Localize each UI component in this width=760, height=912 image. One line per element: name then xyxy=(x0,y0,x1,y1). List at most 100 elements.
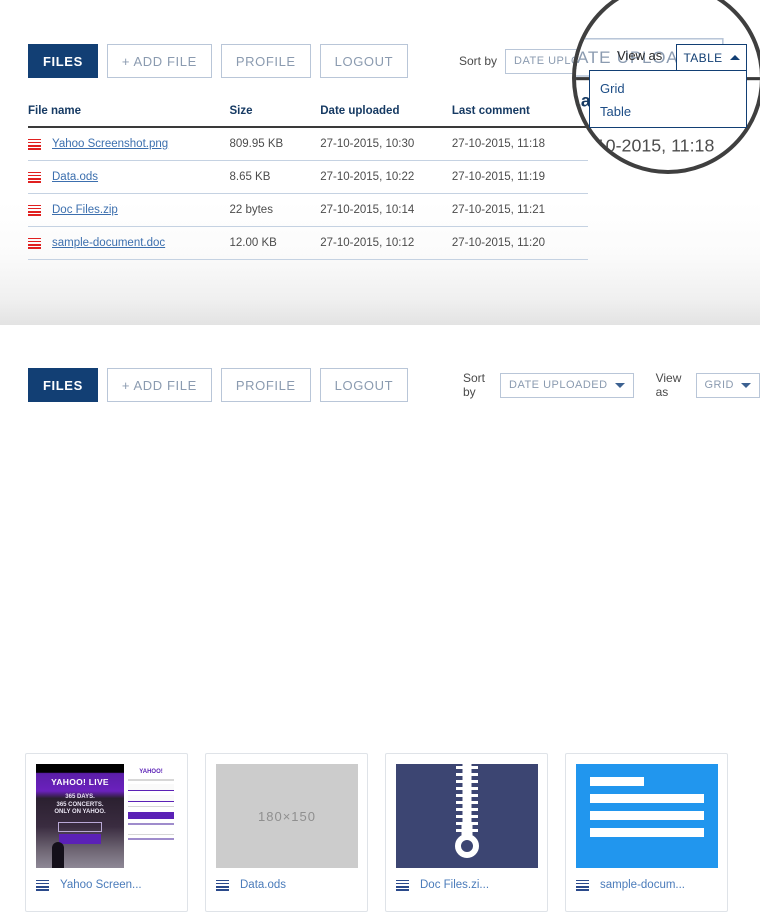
menu-item-table[interactable]: Table xyxy=(600,100,746,123)
table-row[interactable]: sample-document.doc 12.00 KB 27-10-2015,… xyxy=(28,227,588,260)
cell-date-uploaded: 27-10-2015, 10:12 xyxy=(320,237,452,249)
view-as-dropdown-menu[interactable]: Grid Table xyxy=(589,70,747,128)
nav-button-add-file[interactable]: + ADD FILE xyxy=(107,44,212,78)
file-list-icon xyxy=(28,172,41,183)
sort-by-value: DATE UPLOADED xyxy=(509,379,608,391)
yahoo-email-field xyxy=(128,784,174,791)
main-nav-top: FILES + ADD FILE PROFILE LOGOUT xyxy=(28,44,417,78)
sort-by-label: Sort by xyxy=(463,371,492,399)
view-as-label: View as xyxy=(617,48,662,63)
file-name-link[interactable]: sample-document.doc xyxy=(52,237,165,249)
yahoo-silhouette xyxy=(52,842,64,868)
cell-file-name: Yahoo Screenshot.png xyxy=(28,138,229,150)
yahoo-panel-brand: YAHOO! xyxy=(128,769,174,775)
sort-by-select[interactable]: DATE UPLOADED xyxy=(500,373,634,398)
table-header-row: File name Size Date uploaded Last commen… xyxy=(28,105,588,128)
yahoo-hero-image: YAHOO! LIVE 365 DAYS.365 CONCERTS.ONLY O… xyxy=(36,764,124,868)
yahoo-signin-button xyxy=(128,812,174,819)
card-label: Data.ods xyxy=(216,879,357,891)
nav-button-logout[interactable]: LOGOUT xyxy=(320,44,409,78)
yahoo-password-field xyxy=(128,795,174,802)
file-list-icon xyxy=(28,205,41,216)
cell-last-comment: 27-10-2015, 11:20 xyxy=(452,237,588,249)
cell-file-name: Data.ods xyxy=(28,171,229,183)
yahoo-watch-now-button xyxy=(59,834,101,844)
file-list-icon xyxy=(28,139,41,150)
file-name-link[interactable]: Data.ods xyxy=(52,171,98,183)
yahoo-brand-text: YAHOO! LIVE xyxy=(36,777,124,787)
files-grid: YAHOO! LIVE 365 DAYS.365 CONCERTS.ONLY O… xyxy=(25,753,728,912)
yahoo-screenshot-thumbnail[interactable]: YAHOO! LIVE 365 DAYS.365 CONCERTS.ONLY O… xyxy=(36,764,178,868)
chevron-down-icon xyxy=(615,383,625,388)
column-header-size[interactable]: Size xyxy=(229,105,320,117)
cell-last-comment: 27-10-2015, 11:19 xyxy=(452,171,588,183)
view-as-value: TABLE xyxy=(683,51,722,65)
card-file-name[interactable]: Yahoo Screen... xyxy=(60,879,142,891)
view-as-select[interactable]: GRID xyxy=(696,373,760,398)
view-as-select[interactable]: TABLE xyxy=(676,44,747,71)
file-list-icon xyxy=(216,880,229,891)
menu-item-grid[interactable]: Grid xyxy=(600,77,746,100)
files-table: File name Size Date uploaded Last commen… xyxy=(28,105,588,260)
cell-date-uploaded: 27-10-2015, 10:14 xyxy=(320,204,452,216)
placeholder-thumbnail[interactable]: 180×150 xyxy=(216,764,358,868)
file-name-link[interactable]: Yahoo Screenshot.png xyxy=(52,138,168,150)
table-row[interactable]: Doc Files.zip 22 bytes 27-10-2015, 10:14… xyxy=(28,194,588,227)
cell-size: 12.00 KB xyxy=(229,237,320,249)
document-icon xyxy=(576,764,718,868)
card-label: sample-docum... xyxy=(576,879,717,891)
file-name-link[interactable]: Doc Files.zip xyxy=(52,204,118,216)
cell-size: 8.65 KB xyxy=(229,171,320,183)
nav-button-profile[interactable]: PROFILE xyxy=(221,368,311,402)
yahoo-signin-panel: YAHOO! xyxy=(124,764,178,868)
yahoo-tagline-text: 365 DAYS.365 CONCERTS.ONLY ON YAHOO. xyxy=(36,794,124,817)
table-row[interactable]: Yahoo Screenshot.png 809.95 KB 27-10-201… xyxy=(28,128,588,161)
screenshot-canvas: FILES + ADD FILE PROFILE LOGOUT Sort by … xyxy=(0,0,760,640)
chevron-down-icon xyxy=(741,383,751,388)
card-file-name[interactable]: Doc Files.zi... xyxy=(420,879,489,891)
card-file-name[interactable]: Data.ods xyxy=(240,879,286,891)
cell-size: 22 bytes xyxy=(229,204,320,216)
cell-date-uploaded: 27-10-2015, 10:22 xyxy=(320,171,452,183)
cell-size: 809.95 KB xyxy=(229,138,320,150)
view-as-label: View as xyxy=(656,371,688,399)
file-list-icon xyxy=(396,880,409,891)
magnified-cell-last-comment: 27-10-2015, 11:18 xyxy=(572,127,760,156)
main-nav-bottom: FILES + ADD FILE PROFILE LOGOUT xyxy=(28,368,417,402)
nav-button-files[interactable]: FILES xyxy=(28,368,98,402)
cell-file-name: sample-document.doc xyxy=(28,237,229,249)
table-row[interactable]: Data.ods 8.65 KB 27-10-2015, 10:22 27-10… xyxy=(28,161,588,194)
nav-button-profile[interactable]: PROFILE xyxy=(221,44,311,78)
sort-by-label: Sort by xyxy=(459,54,497,68)
column-header-last-comment[interactable]: Last comment xyxy=(452,105,588,117)
grid-view-panel: FILES + ADD FILE PROFILE LOGOUT Sort by … xyxy=(0,325,760,640)
document-thumbnail[interactable] xyxy=(576,764,718,868)
view-as-value: GRID xyxy=(705,379,735,391)
cell-date-uploaded: 27-10-2015, 10:30 xyxy=(320,138,452,150)
card-label: Doc Files.zi... xyxy=(396,879,537,891)
file-card[interactable]: YAHOO! LIVE 365 DAYS.365 CONCERTS.ONLY O… xyxy=(25,753,188,912)
nav-button-files[interactable]: FILES xyxy=(28,44,98,78)
yahoo-sponsor-chip xyxy=(58,822,102,832)
zipper-icon xyxy=(396,764,538,868)
zip-archive-thumbnail[interactable] xyxy=(396,764,538,868)
file-list-icon xyxy=(28,238,41,249)
file-list-icon xyxy=(36,880,49,891)
column-header-file-name[interactable]: File name xyxy=(28,105,229,117)
cell-last-comment: 27-10-2015, 11:18 xyxy=(452,138,588,150)
nav-button-add-file[interactable]: + ADD FILE xyxy=(107,368,212,402)
yahoo-top-bar xyxy=(36,764,124,771)
file-card[interactable]: 180×150 Data.ods xyxy=(205,753,368,912)
card-label: Yahoo Screen... xyxy=(36,879,177,891)
column-header-date-uploaded[interactable]: Date uploaded xyxy=(320,105,452,117)
cell-file-name: Doc Files.zip xyxy=(28,204,229,216)
placeholder-size-text: 180×150 xyxy=(216,764,358,868)
file-card[interactable]: sample-docum... xyxy=(565,753,728,912)
nav-button-logout[interactable]: LOGOUT xyxy=(320,368,409,402)
cell-last-comment: 27-10-2015, 11:21 xyxy=(452,204,588,216)
toolbar-controls-bottom: Sort by DATE UPLOADED View as GRID xyxy=(463,368,760,402)
chevron-up-icon xyxy=(730,55,740,60)
file-card[interactable]: Doc Files.zi... xyxy=(385,753,548,912)
card-file-name[interactable]: sample-docum... xyxy=(600,879,685,891)
file-list-icon xyxy=(576,880,589,891)
